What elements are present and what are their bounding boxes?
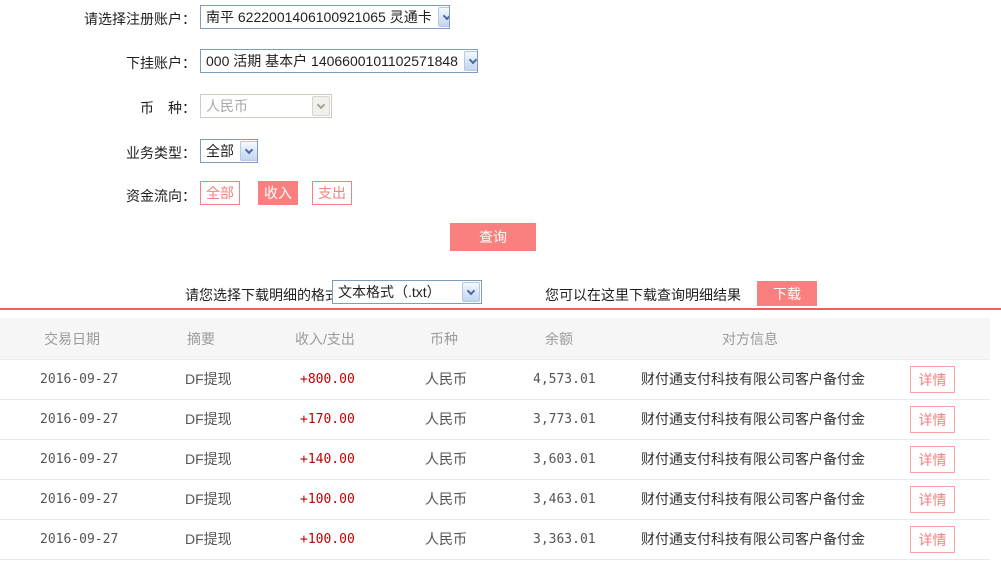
business-type-select[interactable]: 全部 (200, 139, 258, 163)
dropdown-arrow-icon (462, 282, 480, 302)
header-currency: 币种 (430, 331, 458, 347)
table-row: 2016-09-27 DF提现 +100.00 人民币 3,363.01 财付通… (0, 520, 990, 560)
detail-button[interactable]: 详情 (910, 366, 955, 393)
cell-balance: 4,573.01 (533, 372, 596, 387)
transaction-query-page: 请选择注册账户： 南平 6222001406100921065 灵通卡 下挂账户… (0, 0, 1001, 561)
cell-balance: 3,463.01 (533, 492, 596, 507)
detail-button[interactable]: 详情 (910, 486, 955, 513)
cell-amount: +100.00 (300, 532, 355, 547)
cell-currency: 人民币 (425, 531, 467, 547)
cell-summary: DF提现 (185, 531, 232, 547)
cell-counterparty: 财付通支付科技有限公司客户备付金 (641, 491, 865, 507)
cell-summary: DF提现 (185, 451, 232, 467)
download-format-value: 文本格式（.txt） (338, 284, 441, 300)
download-format-select[interactable]: 文本格式（.txt） (332, 280, 482, 304)
currency-select: 人民币 (200, 94, 332, 118)
cell-date: 2016-09-27 (40, 532, 119, 547)
cell-amount: +100.00 (300, 492, 355, 507)
cell-balance: 3,773.01 (533, 412, 596, 427)
sub-account-value: 000 活期 基本户 1406600101102571848 (206, 53, 458, 69)
cell-summary: DF提现 (185, 491, 232, 507)
fund-direction-income-button[interactable]: 收入 (258, 181, 298, 205)
download-format-label: 请您选择下载明细的格式 (185, 287, 339, 303)
cell-counterparty: 财付通支付科技有限公司客户备付金 (641, 451, 865, 467)
registered-account-select[interactable]: 南平 6222001406100921065 灵通卡 (200, 5, 450, 29)
fund-direction-all-button[interactable]: 全部 (200, 181, 240, 205)
table-header-row: 交易日期 摘要 收入/支出 币种 余额 对方信息 (0, 318, 990, 360)
cell-summary: DF提现 (185, 371, 232, 387)
currency-label: 币 种： (140, 100, 196, 116)
query-button[interactable]: 查询 (450, 223, 536, 251)
cell-summary: DF提现 (185, 411, 232, 427)
cell-amount: +800.00 (300, 372, 355, 387)
table-row: 2016-09-27 DF提现 +170.00 人民币 3,773.01 财付通… (0, 400, 990, 440)
dropdown-arrow-icon (463, 51, 477, 71)
fund-direction-expense-button[interactable]: 支出 (312, 181, 352, 205)
detail-button[interactable]: 详情 (910, 406, 955, 433)
cell-amount: +170.00 (300, 412, 355, 427)
business-type-label: 业务类型： (126, 145, 196, 161)
cell-currency: 人民币 (425, 371, 467, 387)
cell-currency: 人民币 (425, 411, 467, 427)
dropdown-arrow-icon (437, 7, 449, 27)
cell-balance: 3,363.01 (533, 532, 596, 547)
business-type-value: 全部 (206, 143, 234, 159)
table-row: 2016-09-27 DF提现 +140.00 人民币 3,603.01 财付通… (0, 440, 990, 480)
red-divider (0, 308, 1001, 310)
cell-counterparty: 财付通支付科技有限公司客户备付金 (641, 531, 865, 547)
sub-account-select[interactable]: 000 活期 基本户 1406600101102571848 (200, 49, 478, 73)
cell-date: 2016-09-27 (40, 492, 119, 507)
registered-account-value: 南平 6222001406100921065 灵通卡 (206, 9, 432, 25)
cell-counterparty: 财付通支付科技有限公司客户备付金 (641, 411, 865, 427)
cell-date: 2016-09-27 (40, 412, 119, 427)
header-balance: 余额 (545, 331, 573, 347)
table-row: 2016-09-27 DF提现 +800.00 人民币 4,573.01 财付通… (0, 360, 990, 400)
cell-counterparty: 财付通支付科技有限公司客户备付金 (641, 371, 865, 387)
header-income-expense: 收入/支出 (295, 331, 355, 347)
detail-button[interactable]: 详情 (910, 526, 955, 553)
cell-currency: 人民币 (425, 451, 467, 467)
cell-balance: 3,603.01 (533, 452, 596, 467)
header-transaction-date: 交易日期 (44, 331, 100, 347)
table-row: 2016-09-27 DF提现 +100.00 人民币 3,463.01 财付通… (0, 480, 990, 520)
fund-direction-label: 资金流向： (126, 188, 196, 204)
registered-account-label: 请选择注册账户： (84, 11, 196, 27)
currency-value: 人民币 (206, 98, 248, 114)
cell-currency: 人民币 (425, 491, 467, 507)
dropdown-arrow-icon (240, 141, 257, 161)
cell-date: 2016-09-27 (40, 452, 119, 467)
cell-date: 2016-09-27 (40, 372, 119, 387)
sub-account-label: 下挂账户： (126, 55, 196, 71)
header-summary: 摘要 (187, 331, 215, 347)
header-counterparty: 对方信息 (722, 331, 778, 347)
dropdown-arrow-icon (312, 96, 330, 116)
detail-button[interactable]: 详情 (910, 446, 955, 473)
cell-amount: +140.00 (300, 452, 355, 467)
download-button[interactable]: 下载 (757, 281, 817, 306)
download-hint: 您可以在这里下载查询明细结果 (545, 287, 741, 303)
